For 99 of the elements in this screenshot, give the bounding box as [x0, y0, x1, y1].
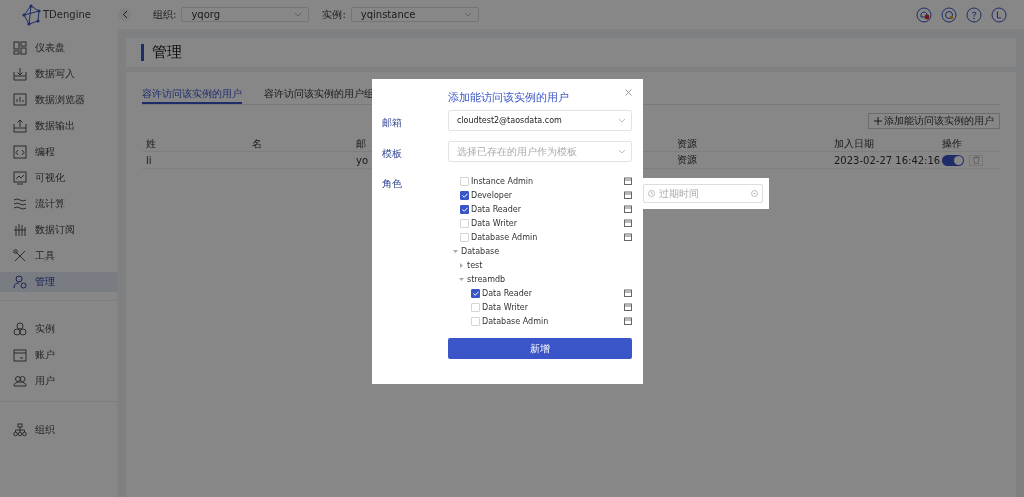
submit-button[interactable]: 新增 [448, 338, 632, 359]
sidebar-item[interactable]: 编程 [0, 142, 117, 162]
code-icon [13, 145, 27, 159]
chevron-down-icon [618, 149, 626, 154]
page-title: 管理 [152, 43, 182, 62]
calendar-icon[interactable] [624, 219, 632, 227]
role-label: Database Admin [482, 316, 549, 326]
caret-down-icon[interactable] [453, 248, 458, 254]
sidebar-item[interactable]: 管理 [0, 272, 117, 292]
chevron-down-icon [294, 12, 303, 17]
role-label: Database Admin [471, 232, 538, 242]
toggle-switch[interactable] [942, 154, 964, 166]
database-in-icon [13, 67, 27, 81]
role-label: Data Writer [471, 218, 518, 228]
calendar-icon[interactable] [624, 177, 632, 185]
check-icon [461, 206, 468, 212]
calendar-icon[interactable] [624, 191, 632, 199]
waves-icon [13, 197, 27, 211]
bars-icon [13, 223, 27, 237]
sidebar-item[interactable]: 流计算 [0, 194, 117, 214]
chevron-down-icon [463, 12, 472, 17]
calendar-icon[interactable] [624, 233, 632, 241]
check-icon [472, 290, 479, 296]
network-icon [20, 3, 42, 26]
sidebar-item[interactable]: 用户 [0, 371, 117, 391]
select-field[interactable]: cloudtest2@taosdata.com [448, 110, 632, 131]
clock-icon [648, 190, 655, 197]
column-header: 资源 [676, 136, 698, 151]
checkbox[interactable] [471, 288, 480, 298]
chart-window-icon [13, 93, 27, 107]
sidebar-item[interactable]: 数据浏览器 [0, 90, 117, 110]
field-label: 组织: [153, 7, 177, 22]
database-out-icon [13, 119, 27, 133]
caret-down-icon[interactable] [459, 276, 464, 282]
field-label: 角色 [382, 177, 403, 191]
help-icon[interactable] [966, 6, 982, 23]
sidebar-item[interactable]: 工具 [0, 246, 117, 266]
column-header: 操作 [941, 136, 963, 151]
column-header: 加入日期 [833, 136, 875, 151]
table-cell: yo [356, 154, 369, 166]
clear-icon [751, 190, 758, 197]
chevron-down-icon [618, 118, 626, 123]
calendar-icon[interactable] [624, 317, 632, 325]
checkbox[interactable] [460, 190, 469, 200]
tree-node[interactable]: streamdb [467, 274, 506, 284]
collapse-button[interactable] [118, 8, 131, 21]
sidebar-item[interactable]: 账户 [0, 345, 117, 365]
org-chart-icon [13, 423, 27, 437]
wallet-icon [13, 348, 27, 362]
table-cell: 2023-02-27 16:42:16 [834, 154, 941, 166]
resource-link[interactable]: 资源 [677, 154, 697, 165]
column-header: 名 [251, 136, 263, 151]
role-label: Data Writer [482, 302, 529, 312]
role-label: Instance Admin [471, 176, 534, 186]
field-label: 模板 [382, 147, 403, 161]
add-user-button[interactable]: 添加能访问该实例的用户 [868, 113, 1000, 129]
user-avatar-icon[interactable] [991, 6, 1007, 23]
line-chart-icon [13, 171, 27, 185]
column-header: 姓 [145, 136, 157, 151]
sidebar-item[interactable]: 实例 [0, 319, 117, 339]
table-cell: li [146, 154, 152, 166]
plus-icon [874, 117, 882, 125]
role-label: Data Reader [471, 204, 521, 214]
select-field[interactable]: 选择已存在的用户作为模板 [448, 141, 632, 162]
calendar-icon[interactable] [624, 289, 632, 297]
tab[interactable]: 容许访问该实例的用户 [142, 86, 242, 104]
user-gear-icon [13, 275, 27, 289]
sidebar-item[interactable]: 数据输出 [0, 116, 117, 136]
tree-node[interactable]: test [467, 260, 483, 270]
checkbox[interactable] [460, 204, 469, 214]
role-label: Developer [471, 190, 513, 200]
role-label: Data Reader [482, 288, 532, 298]
check-icon [461, 192, 468, 198]
sidebar-item[interactable]: 数据写入 [0, 64, 117, 84]
sidebar-item[interactable]: 仪表盘 [0, 38, 117, 58]
dashboard-icon [13, 41, 27, 55]
close-icon[interactable] [625, 89, 632, 96]
calendar-icon[interactable] [624, 303, 632, 311]
users-icon [13, 374, 27, 388]
select-field[interactable]: yqorg [181, 7, 310, 22]
sidebar-item[interactable]: 可视化 [0, 168, 117, 188]
logo-text: TDengine [43, 9, 91, 20]
circles-icon [13, 322, 27, 336]
calendar-icon[interactable] [624, 205, 632, 213]
sidebar-item[interactable]: 组织 [0, 420, 117, 440]
dialog-title: 添加能访问该实例的用户 [448, 90, 569, 106]
tools-icon [13, 249, 27, 263]
select-field[interactable]: yqinstance [350, 7, 479, 22]
tree-node[interactable]: Database [461, 246, 500, 256]
gauge-icon[interactable] [941, 6, 957, 23]
chevron-left-icon [121, 10, 128, 19]
sidebar-item[interactable]: 数据订阅 [0, 220, 117, 240]
field-label: 实例: [322, 7, 346, 22]
logo[interactable]: TDengine [20, 3, 118, 26]
caret-right-icon[interactable] [459, 262, 464, 268]
date-field[interactable]: 过期时间 [643, 184, 763, 203]
trash-icon [972, 156, 980, 164]
field-label: 邮箱 [382, 116, 403, 130]
delete-button[interactable] [969, 154, 983, 166]
